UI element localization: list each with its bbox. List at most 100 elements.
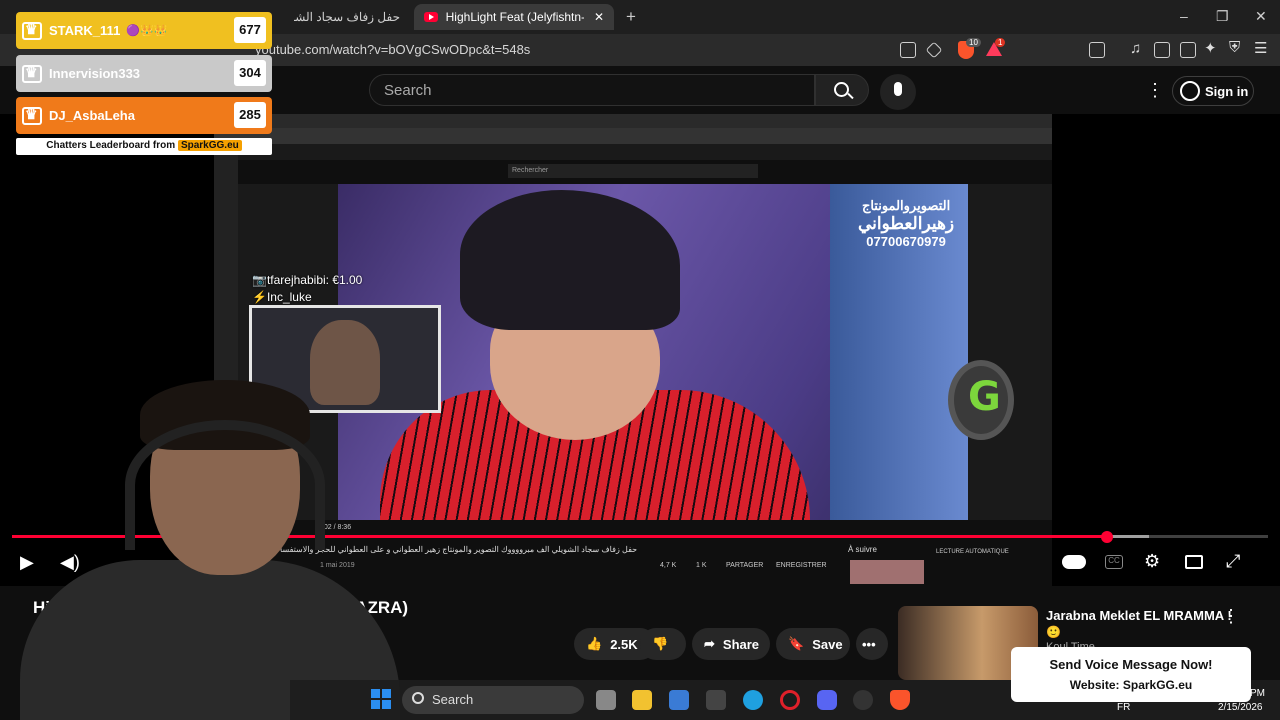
taskbar-search[interactable]: Search [402,686,584,714]
more-actions-button[interactable]: ••• [856,628,888,660]
share-button[interactable]: ➦ Share [692,628,770,660]
voice-title: Send Voice Message Now! [1049,657,1213,672]
follower-text: Inc_luke [266,290,312,304]
edge-icon[interactable] [743,690,763,710]
cast-icon[interactable] [900,42,916,58]
related-emoji: 🙂 [1046,625,1061,639]
task-view-icon[interactable] [596,690,616,710]
leaderboard-score: 304 [234,60,266,86]
alert-icon: ⚡ [252,290,267,304]
gear-logo-icon [948,360,1014,440]
tab-label: HighLight Feat (Jelyfishtn-Takigg [445,10,584,24]
opera-icon[interactable] [780,690,800,710]
mic-icon [894,82,902,96]
inner-save: ENREGISTRER [776,562,827,569]
inner-video-title: حفل زفاف سجاد الشويلي الف مبرووووك التصو… [280,545,638,554]
address-bar[interactable]: youtube.com/watch?v=bOVgCSwODpc&t=548s [255,42,530,57]
camera-icon: 📷 [252,273,267,287]
leaderboard-name: DJ_AsbaLeha [49,108,135,123]
search-input[interactable]: Search [369,74,815,106]
brave-icon[interactable] [890,690,910,710]
taskbar-search-icon [412,692,424,704]
menu-icon[interactable]: ☰ [1254,39,1267,57]
follower-alert: ⚡Inc_luke [252,290,312,304]
tab-wedding[interactable]: حفل زفاف سجاد الشويلي زهير ال [284,4,410,30]
inner-up-next: À suivre [848,545,877,554]
inner-url-bar [214,128,1052,144]
voice-search-button[interactable] [880,74,916,110]
donation-alert: 📷tfarejhabibi: €1.00 [252,273,362,287]
app-icon[interactable] [706,690,726,710]
file-explorer-icon[interactable] [632,690,652,710]
webcam-person [310,320,380,405]
like-count: 2.5K [610,636,638,652]
sidebar-icon[interactable] [1154,42,1170,58]
donation-text: tfarejhabibi: €1.00 [266,273,363,287]
leaderboard-name: Innervision333 [49,66,141,81]
inner-search: Rechercher [508,164,758,178]
play-icon[interactable]: ▶ [20,552,34,573]
autoplay-toggle[interactable] [1062,555,1086,569]
vpn-icon[interactable]: ⛨ [1229,39,1240,56]
headset [125,420,325,550]
maximize-button[interactable]: ❐ [1216,8,1229,25]
windows-start-icon[interactable] [371,689,391,709]
watermark-line1: التصويروالمونتاج [861,198,951,213]
inner-youtube-header: Rechercher [238,160,1052,184]
shields-badge: 10 [966,38,981,47]
watermark-line3: 07700670979 [866,234,946,249]
thumbs-down-icon: 👎 [652,636,669,651]
volume-icon[interactable]: ◀) [60,552,80,573]
leaderboard-name: STARK_111 [49,23,121,38]
leo-ai-icon[interactable]: ✦ [1204,39,1217,57]
watermark-line2: زهيرالعطواني [858,214,955,233]
minimize-button[interactable]: – [1180,8,1188,24]
leaderboard-row-3: DJ_AsbaLeha 285 [16,97,272,134]
search-button[interactable] [815,74,869,106]
inner-likes: 4,7 K [660,562,677,569]
related-video-title[interactable]: Jarabna Meklet EL MRAMMA ! [1046,608,1232,623]
video-watermark: التصويروالمونتاج زهيرالعطواني 0770067097… [858,198,954,250]
tab-close-icon[interactable]: ✕ [594,10,604,24]
wallet-icon[interactable] [1180,42,1196,58]
inner-related-thumbnail [850,560,924,584]
badge-icons: 🟣👑👑 [126,25,168,37]
related-more-icon[interactable]: ⋮ [1222,606,1240,627]
music-icon[interactable]: ♫ [1130,40,1141,57]
account-icon [1180,81,1200,101]
close-window-button[interactable]: ✕ [1255,8,1267,25]
theater-mode-icon[interactable] [1185,555,1203,569]
store-icon[interactable] [669,690,689,710]
leaderboard-score: 677 [234,17,266,43]
thumbs-up-icon: 👍 [586,636,603,651]
leaderboard-footer-text: Chatters Leaderboard from [46,140,176,151]
save-label: Save [812,636,843,652]
inner-autoplay: LECTURE AUTOMATIQUE [936,549,1009,555]
leaderboard-brand: SparkGG.eu [177,140,242,151]
leaderboard-footer: Chatters Leaderboard from SparkGG.eu [16,138,272,155]
fullscreen-icon[interactable]: ⤢ [1226,551,1240,572]
inner-tab-strip [214,114,1052,128]
language-indicator[interactable]: FR [1117,702,1130,713]
clock-date[interactable]: 2/15/2026 [1218,702,1263,713]
leaderboard-score: 285 [234,102,266,128]
clock-time[interactable]: PM [1250,688,1265,699]
tab-highlight[interactable]: HighLight Feat (Jelyfishtn-Takigg ✕ [414,4,614,30]
captions-icon[interactable]: CC [1105,555,1123,569]
search-icon [834,82,849,97]
crown-icon [22,106,42,125]
settings-gear-icon[interactable]: ⚙ [1144,551,1160,572]
discord-icon[interactable] [817,690,837,710]
crown-icon [22,21,42,40]
crown-icon [22,64,42,83]
save-button[interactable]: 🔖 Save [776,628,850,660]
youtube-favicon-icon [424,12,438,22]
inner-share: PARTAGER [726,562,764,569]
new-tab-button[interactable]: + [626,7,636,27]
reader-icon[interactable] [1089,42,1105,58]
search-icon-handle [847,92,854,100]
obs-icon[interactable] [853,690,873,710]
voice-website: Website: SparkGG.eu [1069,678,1193,692]
settings-menu-icon[interactable]: ⋮ [1146,80,1164,101]
dislike-button[interactable]: 👎 [640,628,686,660]
